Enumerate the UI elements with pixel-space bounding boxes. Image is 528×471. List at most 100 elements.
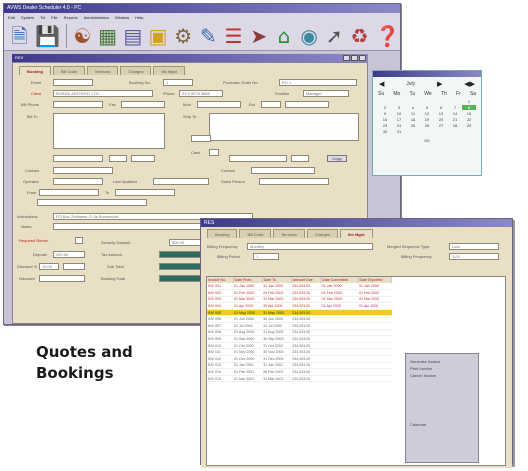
ship-contact-field[interactable] <box>251 167 315 174</box>
table-row[interactable]: INV 005 01 May 2000 31 May 2000 234,003.00 <box>207 309 392 317</box>
billing-frequency-select[interactable]: Monthly <box>247 243 373 250</box>
context-menu-item[interactable]: Print Invoice <box>410 365 474 372</box>
operator-field[interactable] <box>53 178 103 185</box>
discount-amount-field[interactable] <box>63 263 85 270</box>
tab-itin-mgnt[interactable]: Itin Mgnt <box>153 66 185 75</box>
deposit-field[interactable]: 250.00 <box>53 251 85 258</box>
menu-item[interactable]: Window <box>115 15 129 20</box>
ship-state-field[interactable] <box>291 155 309 162</box>
ship-to-field[interactable] <box>209 113 359 141</box>
context-menu-item[interactable]: Cancel Invoice <box>410 372 474 379</box>
tab-booking[interactable]: Booking <box>19 66 51 75</box>
calendar-day[interactable]: 21 <box>448 117 462 122</box>
table-row[interactable]: INV 015 01 Mar 2001 31 Mar 2001 234,003.00 <box>207 375 392 383</box>
calendar-day[interactable]: 18 <box>406 117 420 122</box>
discount-percent-field[interactable]: 10.00 <box>39 263 59 270</box>
tab-charges[interactable]: Charges <box>306 229 338 238</box>
calendar-day[interactable]: 31 <box>392 129 406 134</box>
tab-bill-code[interactable]: Bill Code <box>239 229 272 238</box>
calendar-day[interactable]: 11 <box>406 111 420 116</box>
new-document-icon[interactable]: 🗎 <box>10 24 29 48</box>
calendar-day[interactable]: 28 <box>448 123 462 128</box>
table-row[interactable]: INV 002 01 Feb 2000 29 Feb 2000 234,003.00 0… <box>207 289 392 297</box>
context-menu-item[interactable] <box>410 414 474 421</box>
close-button[interactable] <box>359 55 366 61</box>
bill-to-field[interactable] <box>53 113 165 149</box>
calendar-day[interactable]: 25 <box>406 123 420 128</box>
tab-charges[interactable]: Charges <box>120 66 152 75</box>
folder-icon[interactable]: ▣ <box>148 24 168 48</box>
calendar-day[interactable]: 24 <box>392 123 406 128</box>
save-icon[interactable]: 💾 <box>35 24 60 48</box>
calendar-day[interactable]: 17 <box>392 117 406 122</box>
to-date-field[interactable] <box>115 189 175 196</box>
phone-field[interactable]: 03 9 9079 3855 <box>179 90 223 97</box>
ext-field[interactable] <box>261 101 281 108</box>
sales-person-select[interactable] <box>259 178 329 185</box>
calendar-day[interactable]: 3 <box>392 105 406 110</box>
calendar-day[interactable]: 5 <box>420 105 434 110</box>
purchase-order-field[interactable]: PO 1 <box>279 79 357 86</box>
menu-item[interactable]: File <box>51 15 57 20</box>
table-row[interactable]: INV 012 01 Dec 2000 31 Dec 2000 234,003.00 <box>207 355 392 363</box>
tab-bill-code[interactable]: Bill Code <box>53 66 86 75</box>
table-row[interactable]: INV 009 01 Sep 2000 30 Sep 2000 234,003.00 <box>207 335 392 343</box>
globe-icon[interactable]: ◉ <box>300 24 319 48</box>
table-row[interactable]: INV 004 01 Apr 2000 30 Apr 2000 234,003.00 0… <box>207 302 392 310</box>
menu-item[interactable]: Reports <box>64 15 78 20</box>
minimize-button[interactable] <box>343 55 350 61</box>
bill-phone-field[interactable] <box>53 101 103 108</box>
table-row[interactable]: INV 003 01 Mar 2000 31 Mar 2000 234,003.00 0… <box>207 296 392 304</box>
calendar-day[interactable]: 9 <box>378 111 392 116</box>
calendar-day[interactable]: 20 <box>434 117 448 122</box>
event-field[interactable] <box>53 79 93 86</box>
home-icon[interactable]: ⌂ <box>274 24 293 48</box>
calendar-day[interactable]: 10 <box>392 111 406 116</box>
table-row[interactable]: INV 011 01 Nov 2000 30 Nov 2000 234,003.00 <box>207 348 392 357</box>
calendar-day[interactable]: 30 <box>378 129 392 134</box>
tab-itin-mgnt[interactable]: Itin Mgnt <box>339 229 373 238</box>
tools-icon[interactable]: ⚙ <box>174 24 193 48</box>
discount-field[interactable] <box>39 275 85 282</box>
calendar-day[interactable]: 22 <box>462 117 476 122</box>
tab-booking[interactable]: Booking <box>207 229 238 238</box>
context-menu-item[interactable] <box>410 393 474 400</box>
required-return-checkbox[interactable] <box>75 237 83 244</box>
menu-item[interactable]: Tcl <box>40 15 45 20</box>
list-icon[interactable]: ☰ <box>224 24 243 48</box>
help-icon[interactable]: ❓ <box>375 24 400 48</box>
menu-item[interactable]: Help <box>135 15 143 20</box>
calendar-day[interactable]: 29 <box>462 123 476 128</box>
context-menu-item[interactable]: Calendar <box>410 421 474 428</box>
menu-item[interactable]: Administration <box>84 15 109 20</box>
tab-services[interactable]: Services <box>273 229 305 238</box>
calendar-ok-button[interactable]: OK <box>373 138 481 143</box>
table-row[interactable]: INV 001 01 Jan 2000 31 Jan 2000 234,003.00 0… <box>207 283 392 291</box>
calendar-day[interactable]: 1 <box>462 99 476 104</box>
fax-field[interactable] <box>121 101 165 108</box>
ship-lookup-button[interactable]: Copy <box>327 155 347 162</box>
context-menu-item[interactable] <box>410 379 474 386</box>
cursor-icon[interactable]: ➚ <box>325 24 344 48</box>
table-icon[interactable]: ▤ <box>123 24 142 48</box>
chart-icon[interactable]: ▦ <box>98 24 117 48</box>
table-row[interactable]: INV 014 01 Feb 2001 28 Feb 2001 234,003.00 <box>207 368 392 376</box>
calendar-day[interactable]: 8 <box>462 105 476 110</box>
maximize-button[interactable] <box>351 55 358 61</box>
booking-no-field[interactable]: 1 <box>163 79 193 86</box>
calendar-day[interactable]: 26 <box>420 123 434 128</box>
calendar-day[interactable]: 23 <box>378 123 392 128</box>
context-menu-item[interactable] <box>410 400 474 407</box>
menu-item[interactable]: Edit <box>8 15 15 20</box>
context-menu-item[interactable] <box>410 386 474 393</box>
calendar-day[interactable]: 6 <box>434 105 448 110</box>
billing-period-field[interactable]: 1 <box>253 253 279 260</box>
menu-item[interactable]: System <box>21 15 34 20</box>
contact-field[interactable] <box>53 167 113 174</box>
client-field[interactable]: BORDE ANTHONY LTD <box>53 90 153 97</box>
tab-services[interactable]: Services <box>87 66 119 75</box>
table-row[interactable]: INV 010 01 Oct 2000 31 Oct 2000 234,003.00 <box>207 342 392 350</box>
context-menu-item[interactable]: Generate Invoice <box>410 358 474 365</box>
merged-sequence-select[interactable]: Last <box>449 243 499 250</box>
calendar-day[interactable]: 7 <box>448 105 462 110</box>
